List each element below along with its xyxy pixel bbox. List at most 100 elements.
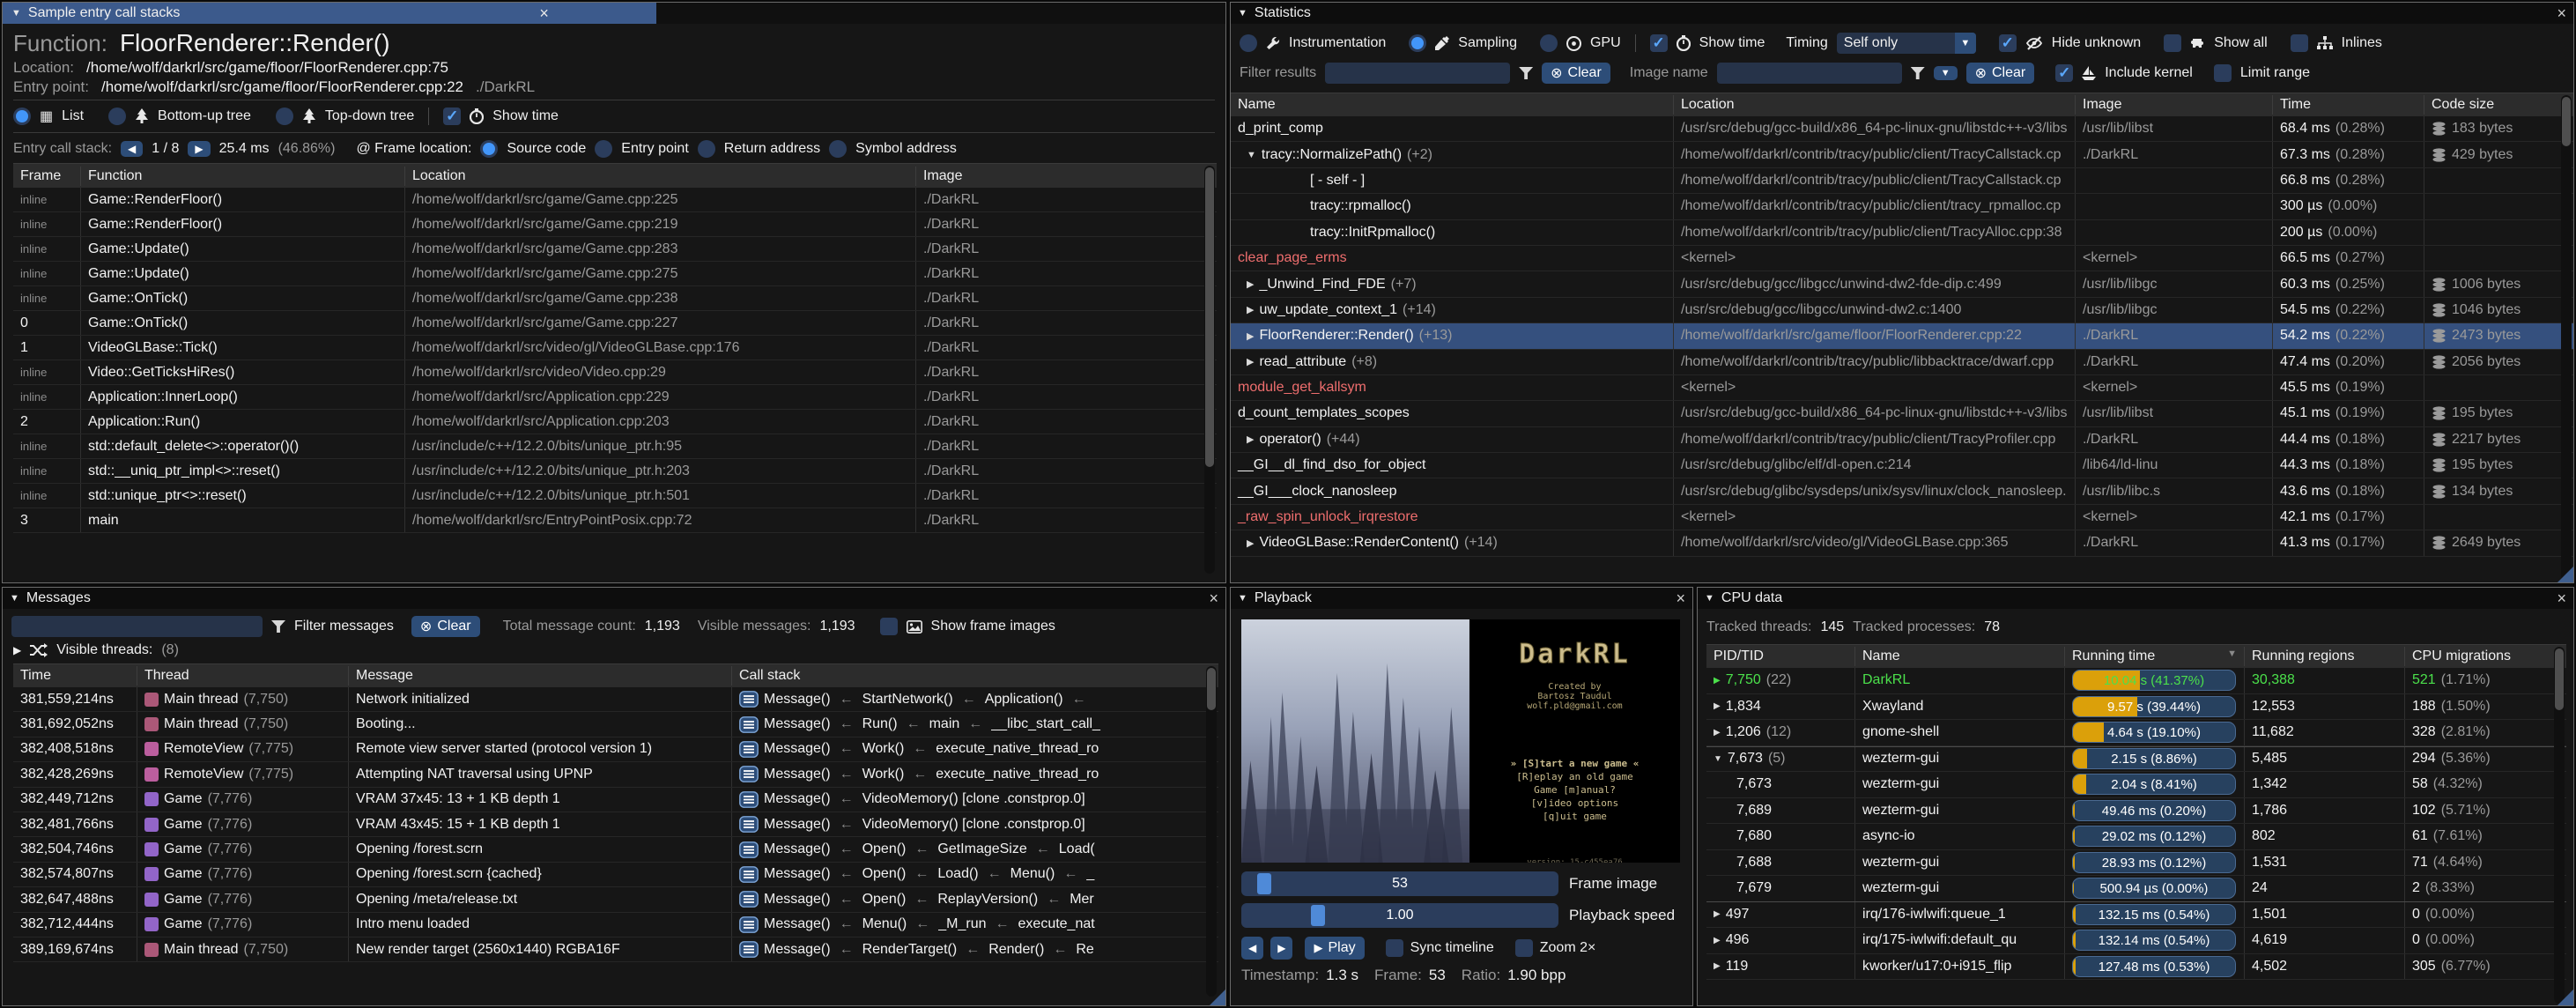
tree-expand-icon[interactable]: ▶: [1714, 701, 1721, 711]
table-row[interactable]: d_print_comp/usr/src/debug/gcc-build/x86…: [1231, 116, 2573, 142]
include-kernel-checkbox[interactable]: [2055, 64, 2073, 82]
call-stack-list-icon[interactable]: [739, 916, 759, 933]
timing-dropdown[interactable]: Self only ▼: [1837, 33, 1976, 54]
call-stack-list-icon[interactable]: [739, 866, 759, 883]
cpu-titlebar[interactable]: ▼ CPU data ×: [1698, 588, 2573, 609]
table-row[interactable]: ▶119kworker/u17:0+i915_flip127.48 ms (0.…: [1706, 954, 2566, 981]
speed-slider-grab[interactable]: [1311, 905, 1325, 926]
expand-icon[interactable]: ▶: [13, 644, 21, 656]
close-icon[interactable]: ×: [1209, 588, 1218, 609]
table-row[interactable]: 381,559,214nsMain thread(7,750)Network i…: [13, 687, 1218, 712]
samples-scrollbar[interactable]: [1204, 166, 1215, 574]
table-row[interactable]: ▶1,206(12)gnome-shell4.64 s (19.10%)11,6…: [1706, 720, 2566, 746]
tree-expand-icon[interactable]: ▶: [1714, 936, 1721, 945]
table-row[interactable]: ▶operator()(+44)/home/wolf/darkrl/contri…: [1231, 427, 2573, 453]
table-row[interactable]: 7,689wezterm-gui49.46 ms (0.20%)1,786102…: [1706, 798, 2566, 825]
call-stack-list-icon[interactable]: [739, 816, 759, 833]
table-row[interactable]: 382,481,766nsGame(7,776)VRAM 43x45: 15 +…: [13, 812, 1218, 837]
table-row[interactable]: ▶7,750(22)DarkRL10.04 s (41.37%)30,38852…: [1706, 668, 2566, 694]
table-row[interactable]: ▼7,673(5)wezterm-gui2.15 s (8.86%)5,4852…: [1706, 746, 2566, 773]
call-stack-list-icon[interactable]: [739, 741, 759, 758]
play-button[interactable]: ▶Play: [1305, 937, 1364, 960]
table-row[interactable]: 7,688wezterm-gui28.93 ms (0.12%)1,53171(…: [1706, 850, 2566, 877]
table-row[interactable]: 382,712,444nsGame(7,776)Intro menu loade…: [13, 913, 1218, 938]
frame-loc-return-radio[interactable]: [698, 140, 715, 158]
samples-titlebar[interactable]: ▼ Sample entry call stacks ×: [3, 3, 1225, 24]
call-stack-list-icon[interactable]: [739, 716, 759, 733]
column-header-location[interactable]: Location: [1673, 95, 2075, 115]
collapse-icon[interactable]: ▼: [10, 593, 19, 604]
tree-expand-icon[interactable]: ▶: [1247, 278, 1254, 290]
table-row[interactable]: tracy::InitRpmalloc()/home/wolf/darkrl/c…: [1231, 220, 2573, 246]
table-row[interactable]: [ - self - ]/home/wolf/darkrl/contrib/tr…: [1231, 168, 2573, 194]
table-row[interactable]: inlineApplication::InnerLoop()/home/wolf…: [13, 385, 1217, 410]
table-row[interactable]: d_count_templates_scopes/usr/src/debug/g…: [1231, 401, 2573, 426]
table-row[interactable]: inlineGame::Update()/home/wolf/darkrl/sr…: [13, 262, 1217, 286]
column-header-time[interactable]: Time: [2272, 95, 2424, 115]
messages-filter-input[interactable]: [11, 616, 263, 637]
collapse-icon[interactable]: ▼: [1238, 8, 1247, 19]
image-clear-button[interactable]: ⊗Clear: [1966, 63, 2035, 84]
table-row[interactable]: ▶497irq/176-iwlwifi:queue_1132.15 ms (0.…: [1706, 902, 2566, 929]
table-row[interactable]: inlinestd::default_delete<>::operator()(…: [13, 434, 1217, 459]
list-radio[interactable]: [13, 107, 31, 125]
table-row[interactable]: inlineVideo::GetTicksHiRes()/home/wolf/d…: [13, 360, 1217, 385]
tree-expand-icon[interactable]: ▶: [1714, 961, 1721, 971]
resize-grip[interactable]: [2557, 989, 2573, 1005]
frame-image-slider[interactable]: 53: [1241, 871, 1558, 896]
sort-down-icon[interactable]: ▼: [2227, 649, 2237, 659]
show-all-checkbox[interactable]: [2164, 34, 2181, 52]
column-header-running-regions[interactable]: Running regions: [2244, 647, 2404, 666]
column-header-frame[interactable]: Frame: [13, 167, 80, 186]
tree-expand-icon[interactable]: ▶: [1247, 356, 1254, 367]
table-row[interactable]: clear_page_erms<kernel><kernel>66.5 ms(0…: [1231, 246, 2573, 271]
sync-timeline-checkbox[interactable]: [1386, 939, 1403, 957]
call-stack-list-icon[interactable]: [739, 691, 759, 708]
column-header-image[interactable]: Image: [2075, 95, 2272, 115]
column-header-call-stack[interactable]: Call stack: [731, 666, 1218, 686]
tree-expand-icon[interactable]: ▶: [1714, 909, 1721, 919]
close-icon[interactable]: ×: [539, 4, 549, 23]
table-row[interactable]: 2Application::Run()/home/wolf/darkrl/src…: [13, 410, 1217, 434]
table-row[interactable]: 382,428,269nsRemoteView(7,775)Attempting…: [13, 762, 1218, 787]
table-row[interactable]: 389,169,674nsMain thread(7,750)New rende…: [13, 938, 1218, 962]
tree-expand-icon[interactable]: ▶: [1247, 434, 1254, 445]
frame-loc-entry-radio[interactable]: [595, 140, 612, 158]
column-header-message[interactable]: Message: [348, 666, 731, 686]
table-row[interactable]: __GI__dl_find_dso_for_object/usr/src/deb…: [1231, 453, 2573, 478]
table-row[interactable]: ▶FloorRenderer::Render()(+13)/home/wolf/…: [1231, 323, 2573, 349]
tree-expand-icon[interactable]: ▶: [1714, 728, 1721, 737]
image-name-input[interactable]: [1717, 63, 1902, 84]
table-row[interactable]: inlineGame::RenderFloor()/home/wolf/dark…: [13, 212, 1217, 237]
tree-expand-icon[interactable]: ▶: [1247, 304, 1254, 315]
table-row[interactable]: _raw_spin_unlock_irqrestore<kernel><kern…: [1231, 505, 2573, 530]
limit-range-checkbox[interactable]: [2214, 64, 2232, 82]
gpu-radio[interactable]: [1540, 34, 1558, 52]
inlines-checkbox[interactable]: [2291, 34, 2308, 52]
filter-funnel-icon[interactable]: [1519, 67, 1533, 79]
table-row[interactable]: 382,574,807nsGame(7,776)Opening /forest.…: [13, 863, 1218, 887]
messages-titlebar[interactable]: ▼ Messages ×: [3, 588, 1225, 609]
column-header-pid-tid[interactable]: PID/TID: [1706, 647, 1854, 666]
tree-collapse-icon[interactable]: ▼: [1247, 150, 1256, 160]
bottom-up-tree-radio[interactable]: [108, 107, 126, 125]
table-row[interactable]: 1VideoGLBase::Tick()/home/wolf/darkrl/sr…: [13, 336, 1217, 360]
call-stack-list-icon[interactable]: [739, 891, 759, 908]
table-row[interactable]: ▼tracy::NormalizePath()(+2)/home/wolf/da…: [1231, 142, 2573, 167]
top-down-tree-radio[interactable]: [276, 107, 293, 125]
call-stack-list-icon[interactable]: [739, 941, 759, 958]
call-stack-list-icon[interactable]: [739, 841, 759, 858]
call-stack-list-icon[interactable]: [739, 766, 759, 782]
table-row[interactable]: ▶VideoGLBase::RenderContent()(+14)/home/…: [1231, 530, 2573, 556]
frame-loc-source-radio[interactable]: [480, 140, 498, 158]
table-row[interactable]: 382,504,746nsGame(7,776)Opening /forest.…: [13, 837, 1218, 862]
tree-expand-icon[interactable]: ▶: [1714, 676, 1721, 686]
table-row[interactable]: ▶1,834Xwayland9.57 s (39.44%)12,553188(1…: [1706, 694, 2566, 721]
tree-expand-icon[interactable]: ▶: [1247, 537, 1254, 549]
close-icon[interactable]: ×: [1676, 588, 1685, 609]
prev-call-stack-button[interactable]: ◀: [121, 141, 143, 157]
column-header-location[interactable]: Location: [404, 167, 915, 186]
frame-loc-symbol-radio[interactable]: [829, 140, 847, 158]
table-row[interactable]: ▶496irq/175-iwlwifi:default_qu132.14 ms …: [1706, 928, 2566, 954]
column-header-function[interactable]: Function: [80, 167, 404, 186]
